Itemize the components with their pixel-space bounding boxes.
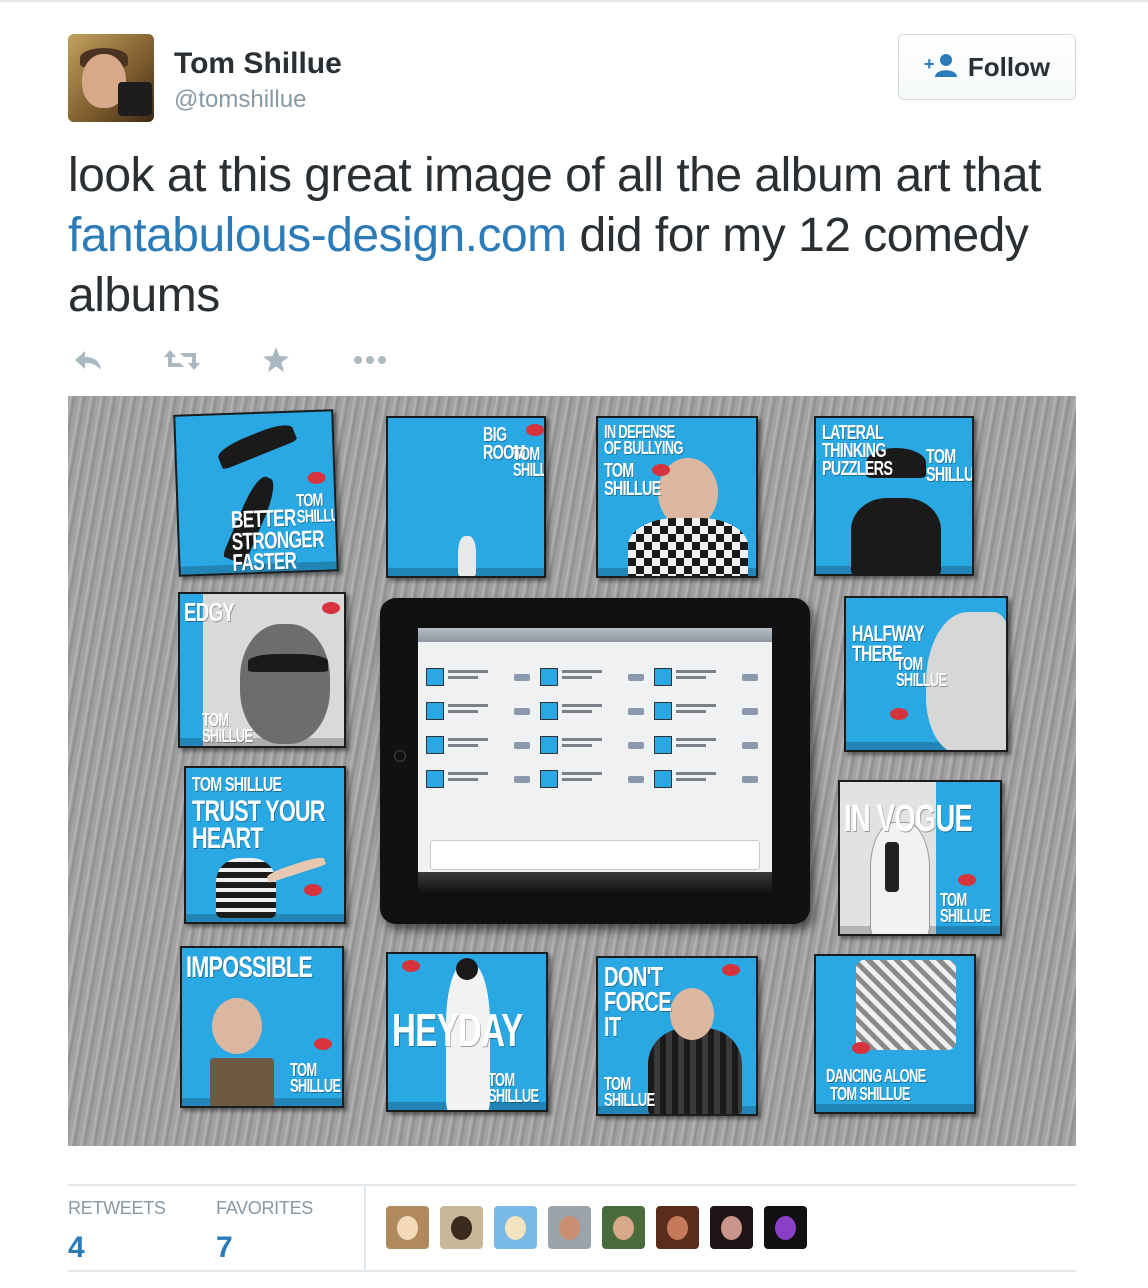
footer-divider-bottom (68, 1270, 1076, 1272)
author-avatar[interactable] (68, 34, 154, 122)
favorites-label: FAVORITES (216, 1198, 313, 1218)
album-artist: TOM SHILLUE (488, 1070, 539, 1107)
album-title: IN DEFENSE OF BULLYING (604, 422, 683, 459)
reply-icon[interactable] (70, 344, 106, 376)
album-artist: TOM SHILLUE (295, 489, 339, 527)
album-artist: TOM SHILLUE (896, 654, 947, 691)
album-artist: TOM SHILLUE (604, 460, 661, 500)
favoriter-avatar-6[interactable] (656, 1206, 699, 1249)
favoriter-avatar-3[interactable] (494, 1206, 537, 1249)
album-artist: TOM SHILLUE (940, 890, 991, 927)
album-cover-halfway-there: HALFWAY THERE TOM SHILLUE (844, 596, 1008, 752)
album-cover-in-vogue: IN VOGUE TOM SHILLUE (838, 780, 1002, 936)
favoriter-avatar-7[interactable] (710, 1206, 753, 1249)
album-cover-better-stronger-faster: BETTER STRONGER FASTER TOM SHILLUE (173, 409, 339, 577)
album-cover-dancing-alone: DANCING ALONE TOM SHILLUE (814, 954, 976, 1114)
album-cover-big-room: BIG ROOM TOM SHILLUE (386, 416, 546, 578)
album-title: DANCING ALONE (826, 1066, 926, 1086)
album-cover-lateral-thinking-puzzlers: LATERAL THINKING PUZZLERS TOM SHILLUE (814, 416, 974, 576)
album-title: IN VOGUE (844, 798, 973, 840)
tweet-actions (70, 344, 388, 376)
album-title: EDGY (184, 597, 235, 627)
avatar-face-icon (667, 1216, 688, 1240)
favoriter-avatar-8[interactable] (764, 1206, 807, 1249)
avatar-face-icon (505, 1216, 526, 1240)
ipad-screen (418, 628, 772, 894)
favorites-stat[interactable]: FAVORITES 7 (216, 1198, 313, 1265)
more-icon[interactable] (352, 344, 388, 376)
avatar-face-icon (559, 1216, 580, 1240)
avatar-face-icon (451, 1216, 472, 1240)
album-cover-trust-your-heart: TOM SHILLUE TRUST YOUR HEART (184, 766, 346, 924)
favorite-icon[interactable] (258, 344, 294, 376)
avatar-face-icon (775, 1216, 796, 1240)
retweet-icon[interactable] (164, 344, 200, 376)
author-name[interactable]: Tom Shillue (174, 47, 342, 81)
tweet-photo[interactable]: BETTER STRONGER FASTER TOM SHILLUE BIG R… (68, 396, 1076, 1146)
tweet-link[interactable]: fantabulous-design.com (68, 209, 567, 262)
album-artist: TOM SHILLUE (290, 1060, 341, 1097)
top-divider (0, 0, 1148, 2)
stats-divider (364, 1186, 366, 1272)
album-cover-edgy: EDGY TOM SHILLUE (178, 592, 346, 748)
album-cover-dont-force-it: DON'T FORCE IT TOM SHILLUE (596, 956, 758, 1116)
follow-button[interactable]: + Follow (898, 34, 1076, 100)
avatar-face-icon (721, 1216, 742, 1240)
follow-label: Follow (967, 51, 1051, 82)
album-cover-impossible: IMPOSSIBLE TOM SHILLUE (180, 946, 344, 1108)
svg-text:+: + (924, 54, 935, 74)
album-artist: TOM SHILLUE (604, 1074, 655, 1111)
album-title: DON'T FORCE IT (604, 961, 672, 1043)
retweets-count: 4 (68, 1231, 85, 1264)
retweets-label: RETWEETS (68, 1198, 166, 1218)
album-artist: TOM SHILLUE (202, 710, 253, 747)
album-title: LATERAL THINKING PUZZLERS (822, 422, 893, 480)
favoriter-avatar-1[interactable] (386, 1206, 429, 1249)
favoriter-avatar-4[interactable] (548, 1206, 591, 1249)
album-artist: TOM SHILLUE (926, 446, 974, 486)
album-title: HEYDAY (392, 1004, 523, 1056)
album-cover-in-defense-of-bullying: IN DEFENSE OF BULLYING TOM SHILLUE (596, 416, 758, 578)
ipad-device (380, 598, 810, 924)
tweet-text: look at this great image of all the albu… (68, 146, 1078, 326)
author-handle[interactable]: @tomshillue (174, 86, 306, 114)
album-cover-heyday: HEYDAY TOM SHILLUE (386, 952, 548, 1112)
favoriter-avatars (386, 1206, 807, 1249)
avatar-face-icon (613, 1216, 634, 1240)
favorites-count: 7 (216, 1231, 233, 1264)
album-artist: TOM SHILLUE (513, 444, 546, 481)
footer-divider-top (68, 1184, 1076, 1186)
album-title: IMPOSSIBLE (186, 951, 313, 984)
album-artist: TOM SHILLUE (192, 774, 282, 796)
favoriter-avatar-2[interactable] (440, 1206, 483, 1249)
tweet-text-before: look at this great image of all the albu… (68, 149, 1041, 202)
favoriter-avatar-5[interactable] (602, 1206, 645, 1249)
album-artist: TOM SHILLUE (830, 1084, 910, 1104)
add-user-icon: + (924, 53, 958, 82)
ipad-home-button (394, 750, 406, 762)
album-title: TRUST YOUR HEART (192, 795, 326, 855)
retweets-stat[interactable]: RETWEETS 4 (68, 1198, 166, 1265)
avatar-face-icon (397, 1216, 418, 1240)
